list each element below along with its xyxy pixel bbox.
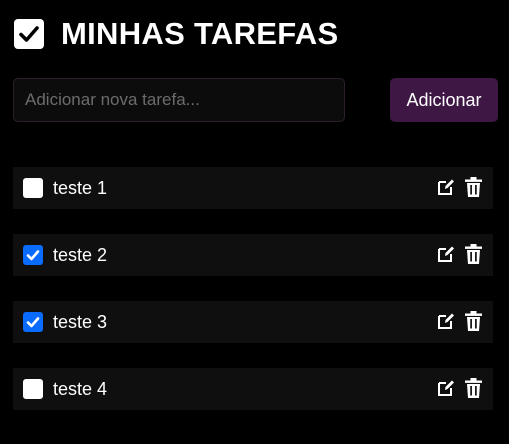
task-list: teste 1 teste 2 teste 3 teste 4: [13, 167, 493, 435]
task-item: teste 4: [13, 368, 493, 410]
page-title: MINHAS TAREFAS: [61, 16, 339, 51]
edit-icon[interactable]: [437, 379, 455, 397]
add-task-button[interactable]: Adicionar: [390, 78, 498, 122]
edit-icon[interactable]: [437, 312, 455, 330]
task-item: teste 3: [13, 301, 493, 343]
trash-icon[interactable]: [465, 311, 482, 331]
task-label: teste 3: [53, 312, 108, 332]
edit-icon[interactable]: [437, 245, 455, 263]
app-header: MINHAS TAREFAS: [14, 18, 338, 49]
task-item: teste 1: [13, 167, 493, 209]
add-task-form: Adicionar: [13, 78, 498, 122]
task-label: teste 4: [53, 379, 108, 399]
task-checkbox[interactable]: [23, 178, 43, 198]
trash-icon[interactable]: [465, 177, 482, 197]
new-task-input[interactable]: [13, 78, 345, 122]
task-checkbox[interactable]: [23, 379, 43, 399]
task-item: teste 2: [13, 234, 493, 276]
task-label: teste 1: [53, 178, 108, 198]
trash-icon[interactable]: [465, 378, 482, 398]
task-checkbox-checked[interactable]: [23, 312, 43, 332]
trash-icon[interactable]: [465, 244, 482, 264]
task-checkbox-checked[interactable]: [23, 245, 43, 265]
edit-icon[interactable]: [437, 178, 455, 196]
task-label: teste 2: [53, 245, 108, 265]
checkbox-checked-icon: [14, 18, 44, 49]
